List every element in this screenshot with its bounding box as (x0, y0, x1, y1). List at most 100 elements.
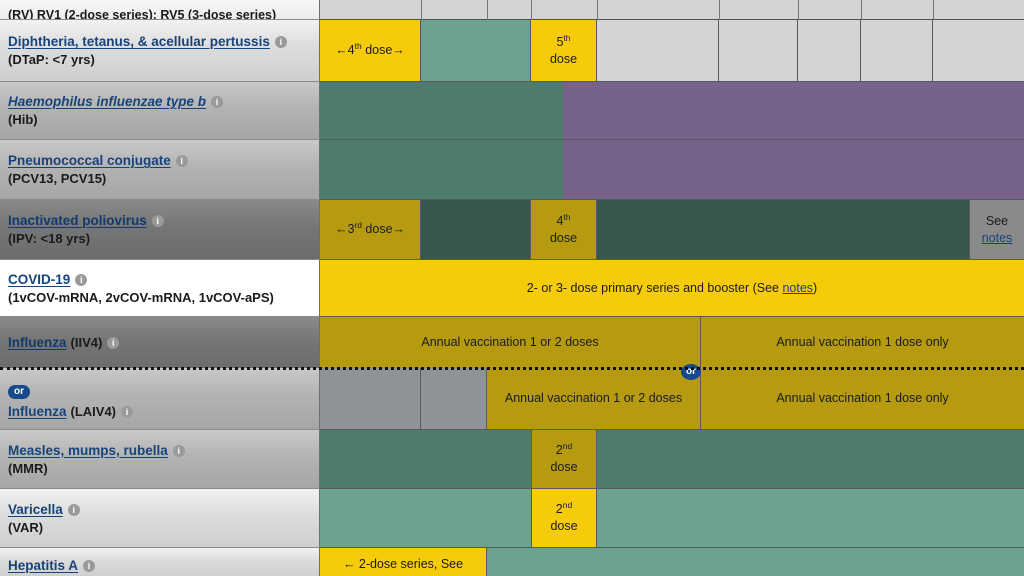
influenza-laiv4-name-line: Influenza (LAIV4) i (8, 404, 309, 419)
column-divider (531, 0, 532, 20)
ipv-name-line: Inactivated poliovirus i (8, 213, 309, 228)
covid19-subtext: (1vCOV-mRNA, 2vCOV-mRNA, 1vCOV-aPS) (8, 289, 274, 305)
vaccine-link-ipv[interactable]: Inactivated poliovirus (8, 213, 147, 228)
row-label-hib: Haemophilus influenzae type b i (Hib) (0, 82, 320, 140)
cell-dtap-empty-6 (719, 20, 798, 82)
notes-link[interactable]: notes (782, 281, 813, 295)
dtap-dose4-prefix: ←4 (335, 43, 355, 58)
column-divider (798, 0, 799, 20)
cell-influenza-laiv4-1only: Annual vaccination 1 dose only (701, 368, 1024, 430)
info-icon[interactable]: i (151, 215, 164, 227)
influenza-laiv4-or-row: or (8, 381, 309, 399)
vaccine-link-covid19[interactable]: COVID-19 (8, 272, 70, 287)
column-divider (933, 0, 934, 20)
ipv-dose3-prefix: ←3 (334, 222, 355, 237)
covid19-series-text-a: 2- or 3- dose primary series and booster… (526, 280, 783, 295)
mmr-name-line: Measles, mumps, rubella i (8, 443, 309, 458)
covid19-name-line: COVID-19 i (8, 272, 309, 287)
var-dose2-num: 2 (555, 502, 563, 517)
mmr-dose2-sup: nd (562, 440, 573, 451)
cell-mmr-green-left (320, 430, 531, 489)
cell-pcv-green-band (320, 140, 563, 200)
hepa-series-text: ← 2-dose series, See (342, 557, 464, 572)
mmr-subtext: (MMR) (8, 460, 48, 476)
ipv-3rd-dose-text: ←3rd dose→ (335, 221, 405, 238)
ipv-dose4-sup: th (563, 211, 571, 222)
hepa-name-line: Hepatitis A i (8, 552, 309, 573)
cell-influenza-laiv4-empty-1 (320, 368, 421, 430)
hib-name-line: Haemophilus influenzae type b i (8, 94, 309, 109)
cell-influenza-laiv4-empty-2 (421, 368, 487, 430)
influenza-iiv4-1or2-text: Annual vaccination 1 or 2 doses (421, 335, 599, 350)
influenza-laiv4-1or2-text: Annual vaccination 1 or 2 doses (504, 391, 683, 406)
info-icon[interactable]: i (83, 559, 96, 572)
dtap-subtext: (DTaP: <7 yrs) (8, 52, 95, 67)
cell-dtap-empty-9 (933, 20, 1024, 82)
cell-ipv-4th-dose: 4th dose (531, 200, 597, 260)
row-label-pcv: Pneumococcal conjugate i (PCV13, PCV15) (0, 140, 320, 200)
info-icon[interactable]: i (211, 96, 224, 108)
vaccine-link-mmr[interactable]: Measles, mumps, rubella (8, 443, 168, 458)
or-badge: or (8, 384, 30, 399)
influenza-dotted-separator (0, 367, 1024, 370)
cell-dtap-5th-dose: 5th dose (531, 20, 597, 82)
cell-var-green-right (597, 489, 1024, 548)
cell-ipv-see-notes[interactable]: See notes (970, 200, 1024, 260)
var-subtext: (VAR) (8, 519, 44, 535)
column-divider (719, 0, 720, 20)
dtap-dose5-num-line: 5th (556, 32, 571, 51)
hib-subtext: (Hib) (8, 112, 38, 127)
header-strip-col4 (531, 0, 597, 20)
vaccine-link-hepa[interactable]: Hepatitis A (8, 558, 78, 573)
cell-dtap-empty-8 (861, 20, 933, 82)
influenza-laiv4-1only-text: Annual vaccination 1 dose only (776, 391, 949, 406)
influenza-laiv4-paren: (LAIV4) (70, 403, 117, 419)
cell-ipv-3rd-dose: ←3rd dose→ (320, 200, 421, 260)
info-icon[interactable]: i (172, 444, 185, 457)
cell-ipv-green-gap (421, 200, 531, 260)
vaccine-link-influenza-iiv4[interactable]: Influenza (8, 335, 67, 350)
cell-influenza-laiv4-1or2: Annual vaccination 1 or 2 doses (487, 368, 701, 430)
vaccine-link-dtap[interactable]: Diphtheria, tetanus, & acellular pertuss… (8, 34, 270, 49)
vaccine-link-pcv[interactable]: Pneumococcal conjugate (8, 153, 171, 168)
ipv-dose3-sup: rd (354, 219, 362, 230)
influenza-iiv4-1only-text: Annual vaccination 1 dose only (776, 335, 949, 350)
var-dose2-word: dose (550, 519, 578, 533)
info-icon[interactable]: i (75, 273, 88, 286)
info-icon[interactable]: i (175, 155, 188, 167)
vaccine-link-influenza-laiv4[interactable]: Influenza (8, 404, 67, 419)
row-label-var: Varicella i (VAR) (0, 489, 320, 548)
var-dose2-num-line: 2nd (556, 501, 572, 518)
top-partial-text: (RV) RV1 (2-dose series); RV5 (3-dose se… (8, 8, 277, 20)
cell-mmr-green-right (597, 430, 1024, 489)
cell-covid19-series: 2- or 3- dose primary series and booster… (320, 260, 1024, 317)
header-strip-col1 (320, 0, 421, 20)
notes-link[interactable]: notes (982, 230, 1013, 247)
cell-hepa-green-band (487, 548, 1024, 576)
covid19-series-text-b: ) (813, 280, 818, 295)
ipv-dose4-word: dose (549, 230, 578, 245)
dtap-dose5-word: dose (549, 51, 578, 66)
row-label-covid19: COVID-19 i (1vCOV-mRNA, 2vCOV-mRNA, 1vCO… (0, 260, 320, 317)
pcv-name-line: Pneumococcal conjugate i (8, 153, 309, 168)
vaccine-link-var[interactable]: Varicella (8, 502, 63, 517)
header-strip-col7 (798, 0, 861, 20)
row-label-influenza-iiv4: Influenza (IIV4) i (0, 317, 320, 368)
row-label-ipv: Inactivated poliovirus i (IPV: <18 yrs) (0, 200, 320, 260)
info-icon[interactable]: i (107, 337, 120, 349)
ipv-see-word: See (985, 213, 1009, 228)
immunization-schedule-table: (RV) RV1 (2-dose series); RV5 (3-dose se… (0, 0, 1024, 576)
ipv-dose4-num-line: 4th (556, 211, 571, 230)
dtap-dose5-sup: th (563, 32, 571, 43)
cell-var-green-left (320, 489, 531, 548)
info-icon[interactable]: i (67, 503, 80, 516)
column-divider (421, 0, 422, 20)
header-strip-col6 (719, 0, 798, 20)
vaccine-link-hib[interactable]: Haemophilus influenzae type b (8, 94, 206, 109)
info-icon[interactable]: i (274, 36, 287, 48)
influenza-iiv4-name-line: Influenza (IIV4) i (8, 335, 309, 350)
ipv-dose3-tail: dose→ (361, 222, 406, 237)
info-icon[interactable]: i (121, 405, 134, 418)
column-divider (597, 0, 598, 20)
cell-hepa-2dose-series: ← 2-dose series, See (320, 548, 487, 576)
